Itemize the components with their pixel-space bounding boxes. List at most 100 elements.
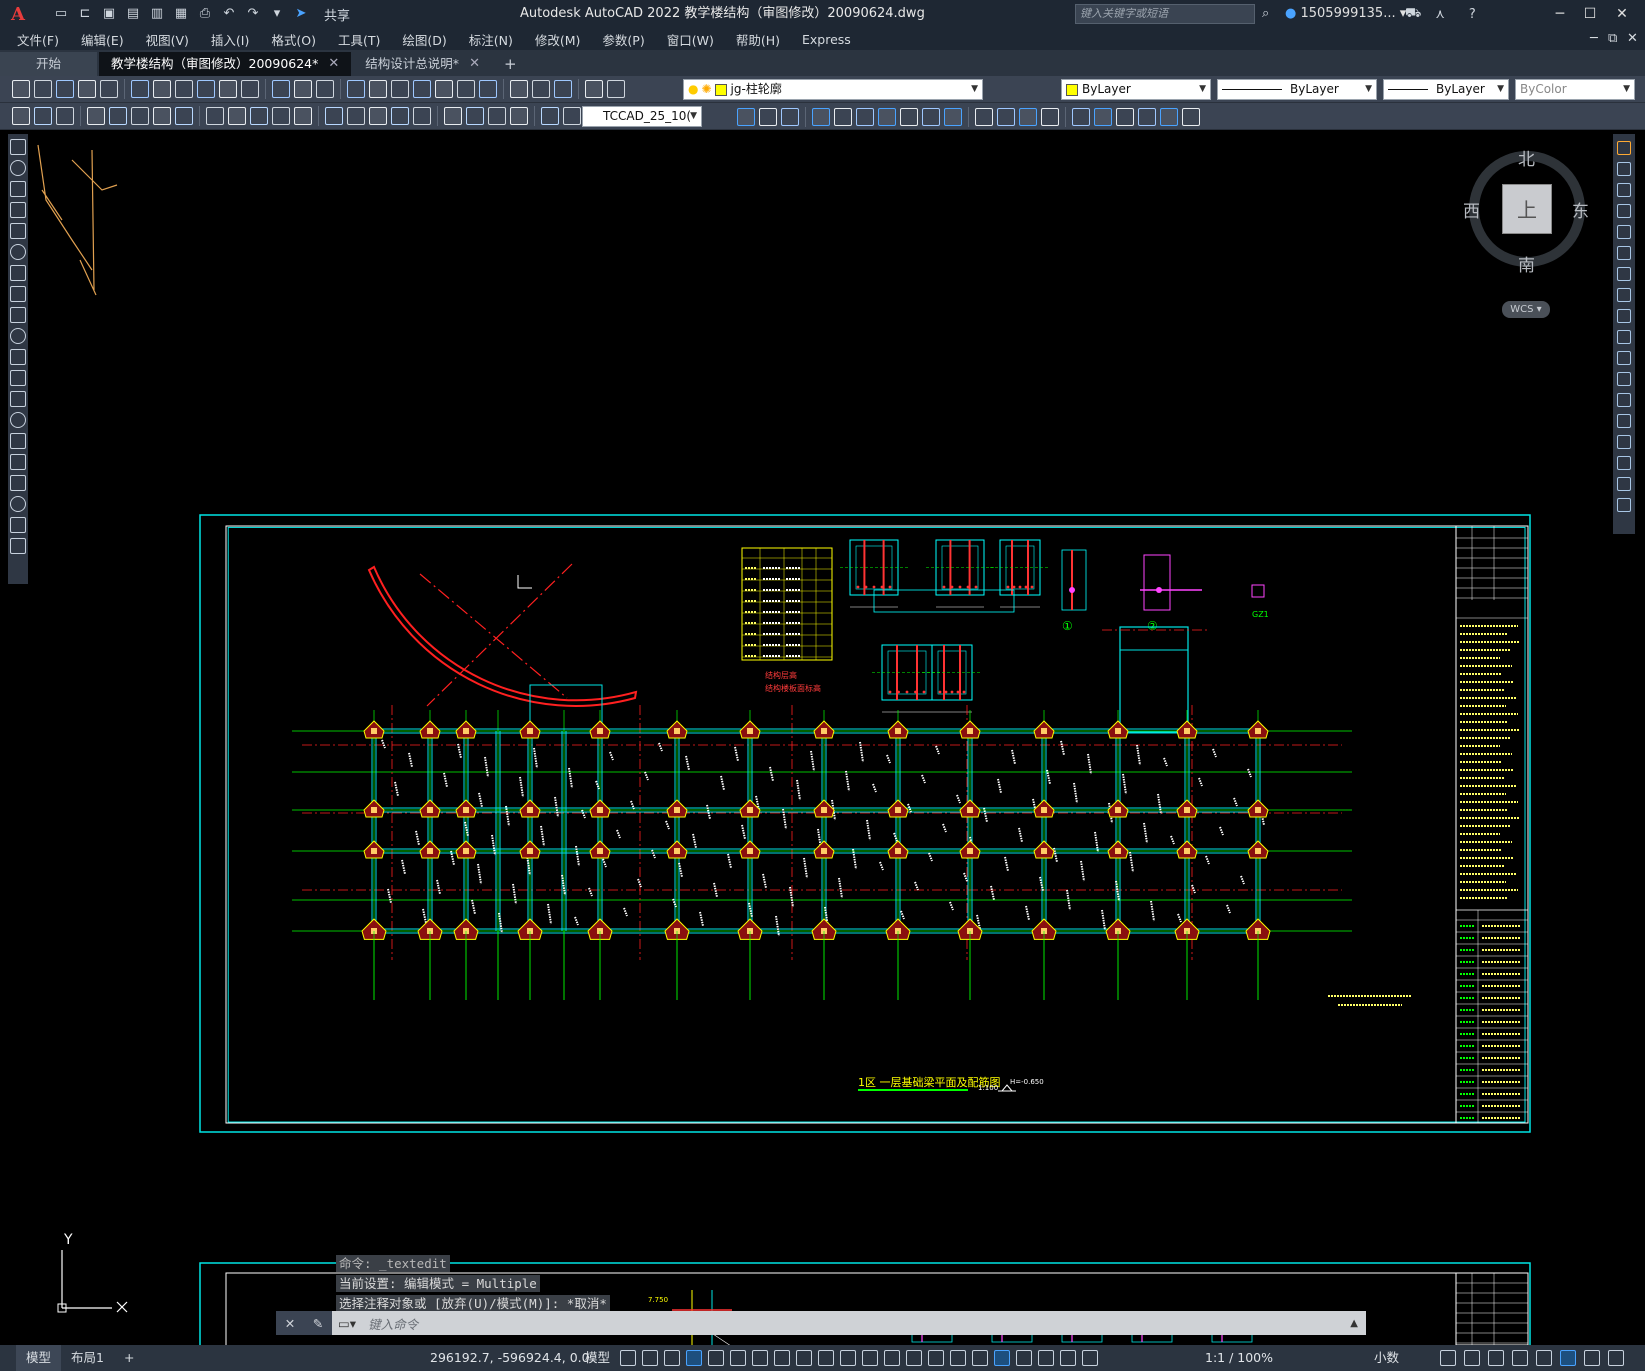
draw-tool-icon[interactable] — [10, 454, 26, 470]
drafting-toggle-icon[interactable] — [686, 1350, 702, 1366]
draw-tool-icon[interactable] — [10, 286, 26, 302]
coordinate-readout[interactable]: 296192.7, -596924.4, 0.0 — [430, 1345, 590, 1371]
search-icon[interactable]: ⌕ — [1262, 6, 1269, 21]
draw-tool-icon[interactable] — [10, 496, 26, 512]
modify-tool-icon[interactable] — [1094, 108, 1112, 126]
modify-tool-icon[interactable] — [1019, 108, 1037, 126]
drafting-toggle-icon[interactable] — [972, 1350, 988, 1366]
tab-layout1[interactable]: 布局1 — [61, 1345, 114, 1371]
menu-insert[interactable]: 插入(I) — [202, 30, 258, 49]
close-tab-icon[interactable]: ✕ — [328, 52, 339, 76]
doc-close-button[interactable]: ✕ — [1627, 28, 1638, 50]
units-display[interactable]: 小数 — [1374, 1345, 1399, 1371]
modify-tool-icon[interactable] — [975, 108, 993, 126]
modify-tool-icon[interactable] — [1617, 456, 1631, 470]
modify-tool-icon[interactable] — [944, 108, 962, 126]
standard-tool-icon[interactable] — [219, 80, 237, 98]
draw-tool-icon[interactable] — [10, 160, 26, 176]
help-icon[interactable]: ? — [1469, 7, 1476, 22]
dimension-tool-icon[interactable] — [131, 107, 149, 125]
doc-minimize-button[interactable]: ─ — [1590, 28, 1598, 50]
dimension-tool-icon[interactable] — [541, 107, 559, 125]
modify-tool-icon[interactable] — [1617, 435, 1631, 449]
status-tool-icon[interactable] — [1464, 1350, 1480, 1366]
drafting-toggle-icon[interactable] — [862, 1350, 878, 1366]
draw-tool-icon[interactable] — [10, 475, 26, 491]
save-to-web-icon[interactable]: ▦ — [172, 6, 190, 22]
modify-tool-icon[interactable] — [1116, 108, 1134, 126]
wcs-menu[interactable]: WCS ▾ — [1502, 301, 1550, 318]
drafting-toggle-icon[interactable] — [774, 1350, 790, 1366]
drafting-toggle-icon[interactable] — [928, 1350, 944, 1366]
modify-tool-icon[interactable] — [781, 108, 799, 126]
dimension-tool-icon[interactable] — [391, 107, 409, 125]
dimension-tool-icon[interactable] — [563, 107, 581, 125]
drafting-toggle-icon[interactable] — [818, 1350, 834, 1366]
status-tool-icon[interactable] — [1584, 1350, 1600, 1366]
chevron-up-icon[interactable]: ▲ — [1350, 1318, 1358, 1329]
modify-tool-icon[interactable] — [1072, 108, 1090, 126]
modify-tool-icon[interactable] — [1617, 162, 1631, 176]
standard-tool-icon[interactable] — [294, 80, 312, 98]
modify-tool-icon[interactable] — [1617, 267, 1631, 281]
tab-document-main[interactable]: 教学楼结构（审图修改）20090624* ✕ — [99, 52, 352, 76]
dimension-tool-icon[interactable] — [175, 107, 193, 125]
modify-tool-icon[interactable] — [1617, 246, 1631, 260]
close-icon[interactable]: ✕ — [285, 1316, 295, 1331]
standard-tool-icon[interactable] — [554, 80, 572, 98]
compass-west[interactable]: 西 — [1463, 197, 1480, 222]
menu-express[interactable]: Express — [793, 32, 860, 47]
standard-tool-icon[interactable] — [347, 80, 365, 98]
cart-icon[interactable]: ⛟ — [1405, 6, 1421, 23]
modify-tool-icon[interactable] — [834, 108, 852, 126]
modify-tool-icon[interactable] — [1617, 288, 1631, 302]
draw-tool-icon[interactable] — [10, 328, 26, 344]
compass-south[interactable]: 南 — [1518, 251, 1535, 276]
standard-tool-icon[interactable] — [100, 80, 118, 98]
draw-tool-icon[interactable] — [10, 412, 26, 428]
app-logo-icon[interactable]: A — [0, 0, 36, 28]
draw-tool-icon[interactable] — [10, 370, 26, 386]
draw-tool-icon[interactable] — [10, 538, 26, 554]
dimension-tool-icon[interactable] — [12, 107, 30, 125]
drafting-toggle-icon[interactable] — [620, 1350, 636, 1366]
modify-tool-icon[interactable] — [997, 108, 1015, 126]
standard-tool-icon[interactable] — [435, 80, 453, 98]
dimension-tool-icon[interactable] — [272, 107, 290, 125]
drafting-toggle-icon[interactable] — [884, 1350, 900, 1366]
standard-tool-icon[interactable] — [413, 80, 431, 98]
autodesk-app-icon[interactable]: ⋏ — [1435, 7, 1445, 22]
draw-tool-icon[interactable] — [10, 517, 26, 533]
doc-restore-button[interactable]: ⧉ — [1608, 28, 1617, 50]
status-tool-icon[interactable] — [1560, 1350, 1576, 1366]
command-line[interactable]: ✕ ✎ ▭▾ 键入命令 ▲ — [276, 1311, 1366, 1335]
command-prompt-icon[interactable]: ▭▾ — [338, 1316, 356, 1331]
standard-tool-icon[interactable] — [34, 80, 52, 98]
modify-tool-icon[interactable] — [1617, 372, 1631, 386]
drawing-canvas[interactable]: 结构层高 结构楼板面标高 ① ② GZ1 1区 一层基础梁平面及配筋图 1:10… — [32, 130, 1613, 1345]
menu-tools[interactable]: 工具(T) — [329, 30, 389, 49]
dimension-tool-icon[interactable] — [510, 107, 528, 125]
command-input[interactable]: 键入命令 — [368, 1314, 418, 1333]
modify-tool-icon[interactable] — [922, 108, 940, 126]
dimension-tool-icon[interactable] — [488, 107, 506, 125]
draw-tool-icon[interactable] — [10, 433, 26, 449]
modify-tool-icon[interactable] — [737, 108, 755, 126]
standard-tool-icon[interactable] — [457, 80, 475, 98]
standard-tool-icon[interactable] — [56, 80, 74, 98]
standard-tool-icon[interactable] — [479, 80, 497, 98]
status-tool-icon[interactable] — [1488, 1350, 1504, 1366]
lineweight-dropdown[interactable]: ByLayer ▼ — [1383, 79, 1509, 100]
modify-tool-icon[interactable] — [1617, 141, 1631, 155]
open-from-web-icon[interactable]: ▥ — [148, 6, 166, 22]
share-icon[interactable]: ➤ — [292, 6, 310, 22]
standard-tool-icon[interactable] — [510, 80, 528, 98]
modify-tool-icon[interactable] — [1617, 309, 1631, 323]
draw-tool-icon[interactable] — [10, 244, 26, 260]
standard-tool-icon[interactable] — [175, 80, 193, 98]
modify-tool-icon[interactable] — [856, 108, 874, 126]
modify-tool-icon[interactable] — [1617, 204, 1631, 218]
menu-modify[interactable]: 修改(M) — [526, 30, 590, 49]
add-layout-button[interactable]: + — [114, 1345, 144, 1371]
dimension-tool-icon[interactable] — [109, 107, 127, 125]
